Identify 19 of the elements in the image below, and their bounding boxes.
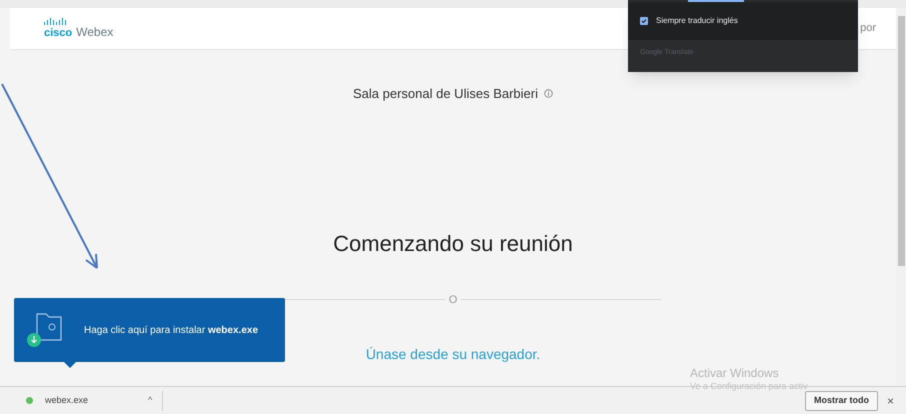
header-text: por (860, 21, 876, 36)
checkbox[interactable] (640, 17, 648, 25)
status-heading: Comenzando su reunión (333, 230, 573, 258)
logo-mark: cisco (44, 28, 72, 39)
logo-text: Webex (76, 26, 114, 38)
scrollbar[interactable] (896, 8, 906, 386)
install-tip-text: Haga clic aquí para instalar webex.exe (84, 324, 258, 338)
checkbox-label: Siempre traducir inglés (656, 15, 738, 27)
logo-icon (44, 18, 66, 25)
close-button[interactable]: × (886, 392, 894, 410)
room-title: Sala personal de Ulises Barbieri (353, 85, 538, 103)
caret-button[interactable]: ^ (148, 394, 152, 408)
show-all-button[interactable]: Mostrar todo (804, 390, 878, 410)
install-tooltip[interactable]: Haga clic aquí para instalar webex.exe (14, 298, 285, 362)
divider-label: O (448, 292, 458, 308)
activation-notice-title: Activar Windows (690, 366, 780, 381)
info-icon[interactable] (544, 89, 553, 98)
tooltip-pointer (64, 362, 76, 368)
download-file-name[interactable]: webex.exe (45, 394, 88, 408)
